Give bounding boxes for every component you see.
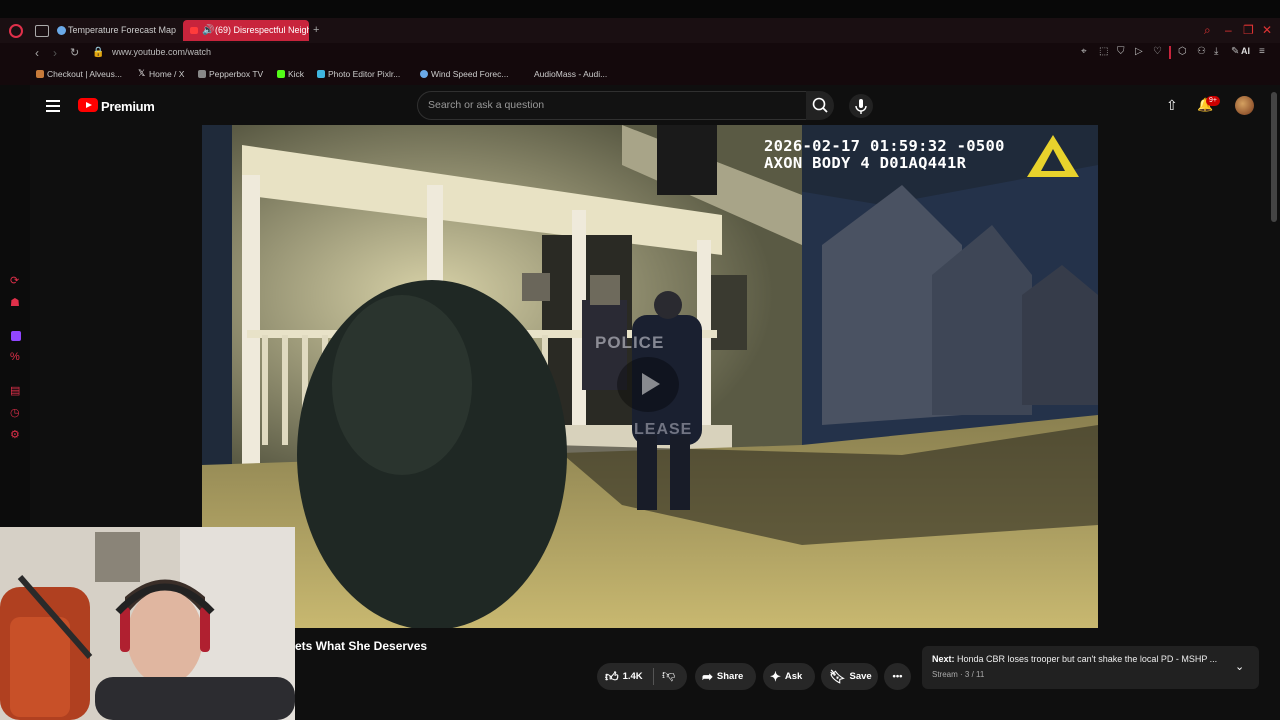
search-icon	[812, 97, 828, 113]
toolbar-divider	[1169, 46, 1171, 59]
minimize-icon[interactable]: –	[1225, 23, 1232, 37]
tab-label: (69) Disrespectful Neighbor	[215, 25, 309, 35]
bookmark-audiomass[interactable]: AudioMass - Audi...	[523, 69, 607, 79]
microphone-icon	[855, 99, 867, 114]
bookmark-pixlr[interactable]: Photo Editor Pixlr...	[317, 69, 400, 79]
sparkle-icon: ✦	[770, 669, 781, 684]
sidebar-ai-icon[interactable]: ⟳	[10, 275, 19, 287]
thumbs-up-icon: 👍︎	[605, 669, 619, 684]
ai-pen-icon[interactable]: ✎	[1231, 46, 1239, 58]
next-up-title[interactable]: Honda CBR loses trooper but can't shake …	[957, 654, 1217, 664]
bookmark-alveus[interactable]: Checkout | Alveus...	[36, 69, 122, 79]
play-overlay-icon[interactable]	[617, 357, 679, 412]
maximize-icon[interactable]: ❐	[1243, 23, 1254, 37]
bookmark-kick[interactable]: Kick	[277, 69, 304, 79]
release-watermark-text: LEASE	[634, 421, 693, 438]
reload-icon[interactable]: ↻	[70, 45, 79, 61]
user-avatar[interactable]	[1235, 96, 1254, 115]
tab-temperature-forecast[interactable]: Temperature Forecast Map	[52, 20, 180, 41]
sidebar-bookmarks-icon[interactable]: ▤	[10, 385, 20, 397]
tab-overview-icon[interactable]	[35, 25, 49, 37]
player-icon[interactable]: ▷	[1135, 46, 1143, 58]
thumbs-down-icon[interactable]: 👎︎	[662, 667, 675, 683]
video-player[interactable]: 2026-02-17 01:59:32 -0500 AXON BODY 4 D0…	[202, 125, 1098, 628]
next-up-meta: Stream · 3 / 11	[932, 670, 985, 679]
youtube-favicon-icon	[190, 27, 198, 34]
bookmarks-bar	[0, 63, 1280, 85]
sidebar-messenger-icon[interactable]: ☗	[10, 297, 20, 309]
x-logo-icon: 𝕏	[138, 68, 146, 78]
search-tabs-icon[interactable]: ⌕	[1204, 23, 1211, 37]
opera-logo-icon[interactable]	[9, 24, 23, 38]
youtube-logo-icon[interactable]	[78, 98, 98, 112]
forward-icon[interactable]: ›	[53, 45, 57, 61]
search-button[interactable]	[806, 91, 834, 120]
page-scrollbar[interactable]	[1271, 92, 1277, 222]
more-actions-button[interactable]: •••	[884, 663, 911, 690]
tab-favicon-icon	[57, 26, 66, 35]
video-title: ets What She Deserves	[295, 639, 428, 653]
pixlr-favicon-icon	[317, 70, 325, 78]
audiomass-favicon-icon	[523, 70, 531, 78]
bodycam-timestamp: 2026-02-17 01:59:32 -0500	[764, 137, 1005, 155]
police-vest-text: POLICE	[595, 333, 665, 352]
sidebar-percent-icon[interactable]: %	[10, 351, 20, 363]
next-up-label: Next:	[932, 654, 955, 664]
axon-logo-icon	[1027, 135, 1079, 177]
bookmark-page-icon[interactable]: ⌖	[1081, 46, 1087, 58]
close-window-icon[interactable]: ✕	[1262, 23, 1272, 37]
notification-badge: 9+	[1206, 96, 1220, 106]
back-icon[interactable]: ‹	[35, 45, 39, 61]
share-button[interactable]: ➦ Share	[695, 663, 756, 690]
webcam-image	[0, 527, 295, 720]
new-tab-plus-icon[interactable]: +	[313, 24, 319, 36]
speaker-icon[interactable]: 🔊	[202, 20, 214, 41]
more-dots-icon: •••	[892, 671, 903, 682]
voice-search-button[interactable]	[849, 94, 873, 118]
pepperbox-favicon-icon	[198, 70, 206, 78]
next-up-card[interactable]	[922, 646, 1259, 689]
extensions-icon[interactable]: ⬡	[1178, 46, 1187, 58]
kick-favicon-icon	[277, 70, 285, 78]
snapshot-icon[interactable]: ⬚	[1099, 46, 1108, 58]
lock-icon: 🔒	[92, 47, 105, 58]
webcam-overlay	[0, 527, 295, 720]
url-field[interactable]: www.youtube.com/watch	[112, 47, 211, 57]
save-button[interactable]: 🔖︎ Save	[821, 663, 878, 690]
bookmark-pepperbox[interactable]: Pepperbox TV	[198, 69, 263, 79]
tab-label: Temperature Forecast Map	[68, 25, 177, 35]
bookmark-favicon-icon	[36, 70, 44, 78]
bookmark-wind-speed[interactable]: Wind Speed Forec...	[420, 69, 508, 79]
heart-icon[interactable]: ♡	[1153, 46, 1162, 58]
sidebar-twitch-icon[interactable]	[11, 331, 21, 341]
search-placeholder: Search or ask a question	[428, 99, 545, 111]
chevron-down-icon[interactable]: ⌄	[1235, 660, 1244, 673]
bodycam-device-id: AXON BODY 4 D01AQ441R	[764, 154, 967, 172]
like-dislike-divider	[653, 668, 654, 685]
share-arrow-icon: ➦	[702, 669, 713, 684]
adblock-shield-icon[interactable]: ⛉	[1117, 46, 1125, 58]
sidebar-history-icon[interactable]: ◷	[10, 407, 20, 419]
ask-button[interactable]: ✦ Ask	[763, 663, 815, 690]
menu-hamburger-icon[interactable]	[46, 100, 60, 112]
tab-youtube-active[interactable]: 🔊 (69) Disrespectful Neighbor	[183, 20, 309, 41]
window-top-strip	[0, 0, 1280, 18]
sidebar-settings-icon[interactable]: ⚙	[10, 429, 20, 441]
easy-setup-icon[interactable]: ≡	[1259, 46, 1265, 58]
wind-favicon-icon	[420, 70, 428, 78]
ai-label[interactable]: AI	[1241, 46, 1250, 56]
upload-icon[interactable]: ⇧	[1166, 97, 1178, 114]
youtube-premium-label[interactable]: Premium	[101, 99, 155, 114]
bookmark-save-icon: 🔖︎	[829, 669, 846, 684]
download-icon[interactable]: ⤓	[1214, 46, 1218, 58]
bookmark-home-x[interactable]: 𝕏 Home / X	[138, 68, 184, 79]
account-icon[interactable]: ⚇	[1197, 46, 1206, 58]
